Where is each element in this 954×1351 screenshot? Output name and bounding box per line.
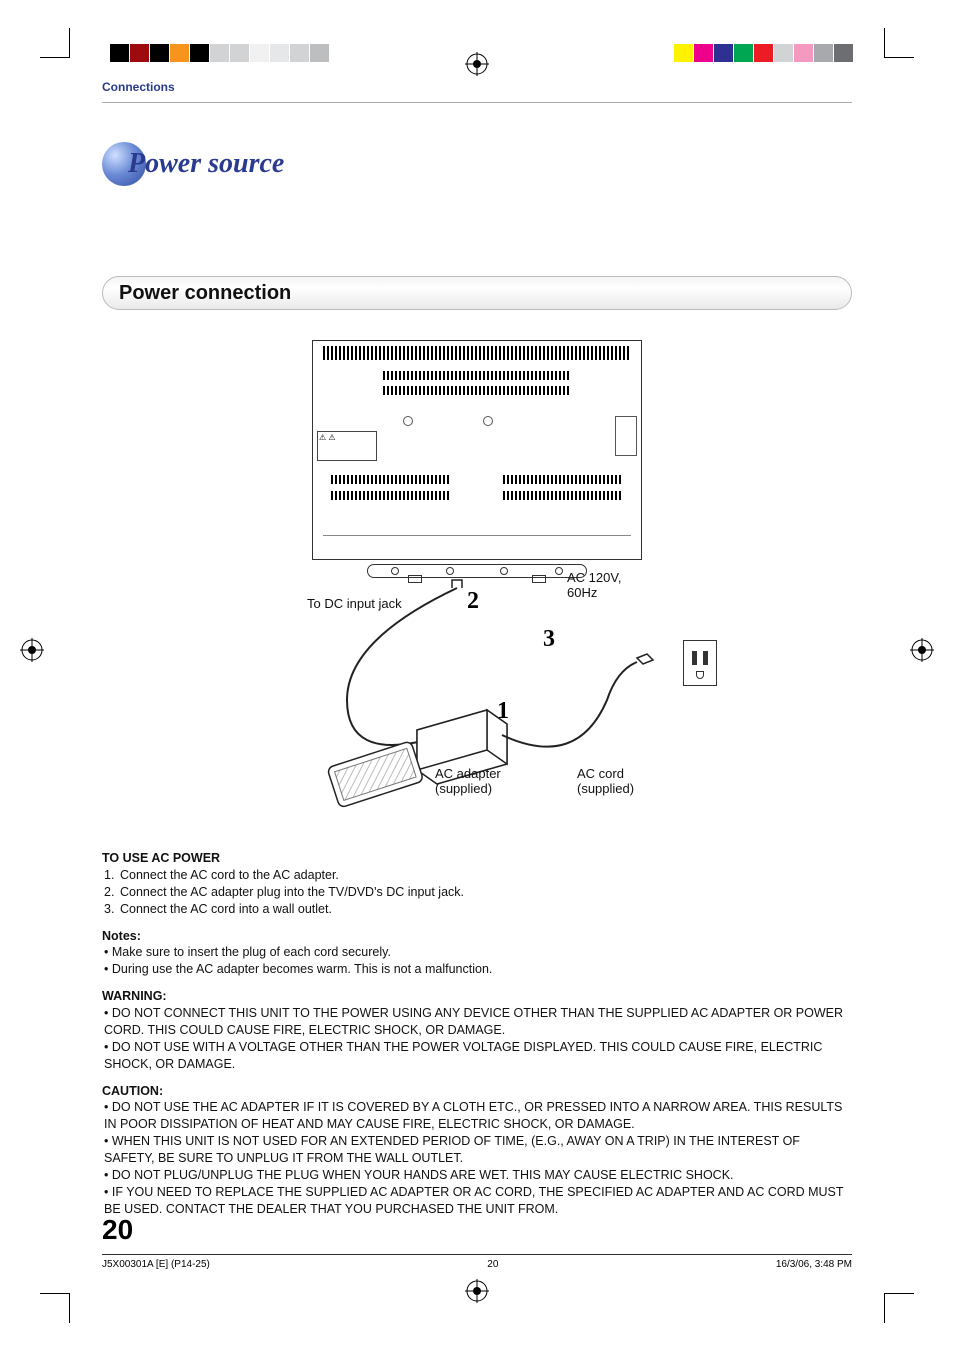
- registration-bar-left: [110, 44, 330, 62]
- ac-power-heading: TO USE AC POWER: [102, 850, 852, 867]
- step-item: 1.Connect the AC cord to the AC adapter.: [104, 867, 852, 884]
- cautions-list: DO NOT USE THE AC ADAPTER IF IT IS COVER…: [104, 1099, 852, 1217]
- power-connection-diagram: ⚠ ⚠: [267, 340, 687, 810]
- label-ac-adapter-line2: (supplied): [435, 781, 492, 796]
- device-stand-illustration: [367, 564, 587, 578]
- notes-list: Make sure to insert the plug of each cor…: [104, 944, 852, 978]
- label-ac-cord-line1: AC cord: [577, 766, 624, 781]
- crop-mark-tr: [884, 28, 914, 58]
- warning-item: DO NOT USE WITH A VOLTAGE OTHER THAN THE…: [104, 1039, 852, 1073]
- caution-heading: CAUTION:: [102, 1083, 852, 1100]
- step-number-1: 1: [497, 698, 509, 725]
- ac-power-steps: 1.Connect the AC cord to the AC adapter.…: [104, 867, 852, 918]
- footer-page: 20: [487, 1259, 498, 1270]
- label-ac-voltage-line1: AC 120V,: [567, 570, 621, 585]
- page-content: Connections Power source Power connectio…: [102, 80, 852, 1270]
- page-title-row: Power source: [102, 142, 852, 186]
- caution-item: DO NOT PLUG/UNPLUG THE PLUG WHEN YOUR HA…: [104, 1167, 852, 1184]
- label-ac-cord: AC cord (supplied): [577, 766, 634, 796]
- step-item: 3.Connect the AC cord into a wall outlet…: [104, 901, 852, 918]
- device-rear-illustration: ⚠ ⚠: [312, 340, 642, 560]
- warning-item: DO NOT CONNECT THIS UNIT TO THE POWER US…: [104, 1005, 852, 1039]
- header-rule: [102, 102, 852, 103]
- registration-bar-right: [674, 44, 854, 62]
- caution-item: IF YOU NEED TO REPLACE THE SUPPLIED AC A…: [104, 1184, 852, 1218]
- section-header: Power connection: [102, 276, 852, 310]
- registration-target-bottom: [465, 1279, 489, 1303]
- footer-timestamp: 16/3/06, 3:48 PM: [776, 1259, 852, 1270]
- warnings-list: DO NOT CONNECT THIS UNIT TO THE POWER US…: [104, 1005, 852, 1073]
- label-dc-jack: To DC input jack: [307, 596, 402, 611]
- crop-mark-tl: [40, 28, 70, 58]
- caution-icon: ⚠ ⚠: [319, 433, 336, 442]
- step-item: 2.Connect the AC adapter plug into the T…: [104, 884, 852, 901]
- wall-outlet-illustration: [683, 640, 717, 686]
- warning-heading: WARNING:: [102, 988, 852, 1005]
- page-title: Power source: [128, 148, 284, 180]
- step-number-3: 3: [543, 626, 555, 653]
- label-ac-adapter: AC adapter (supplied): [435, 766, 501, 796]
- crop-mark-br: [884, 1293, 914, 1323]
- note-item: During use the AC adapter becomes warm. …: [104, 961, 852, 978]
- step-number-2: 2: [467, 588, 479, 615]
- footer-doc-id: J5X00301A [E] (P14-25): [102, 1259, 210, 1270]
- section-title: Power connection: [119, 282, 291, 305]
- label-ac-adapter-line1: AC adapter: [435, 766, 501, 781]
- body-text: TO USE AC POWER 1.Connect the AC cord to…: [102, 850, 852, 1218]
- label-ac-voltage: AC 120V, 60Hz: [567, 570, 621, 600]
- label-ac-cord-line2: (supplied): [577, 781, 634, 796]
- breadcrumb: Connections: [102, 80, 852, 94]
- page-number: 20: [102, 1214, 852, 1246]
- registration-target-right: [910, 638, 934, 662]
- caution-item: DO NOT USE THE AC ADAPTER IF IT IS COVER…: [104, 1099, 852, 1133]
- label-ac-voltage-line2: 60Hz: [567, 585, 597, 600]
- note-item: Make sure to insert the plug of each cor…: [104, 944, 852, 961]
- registration-target-top: [465, 52, 489, 76]
- page-footer: 20 J5X00301A [E] (P14-25) 20 16/3/06, 3:…: [102, 1214, 852, 1270]
- crop-mark-bl: [40, 1293, 70, 1323]
- registration-target-left: [20, 638, 44, 662]
- caution-item: WHEN THIS UNIT IS NOT USED FOR AN EXTEND…: [104, 1133, 852, 1167]
- notes-heading: Notes:: [102, 928, 852, 945]
